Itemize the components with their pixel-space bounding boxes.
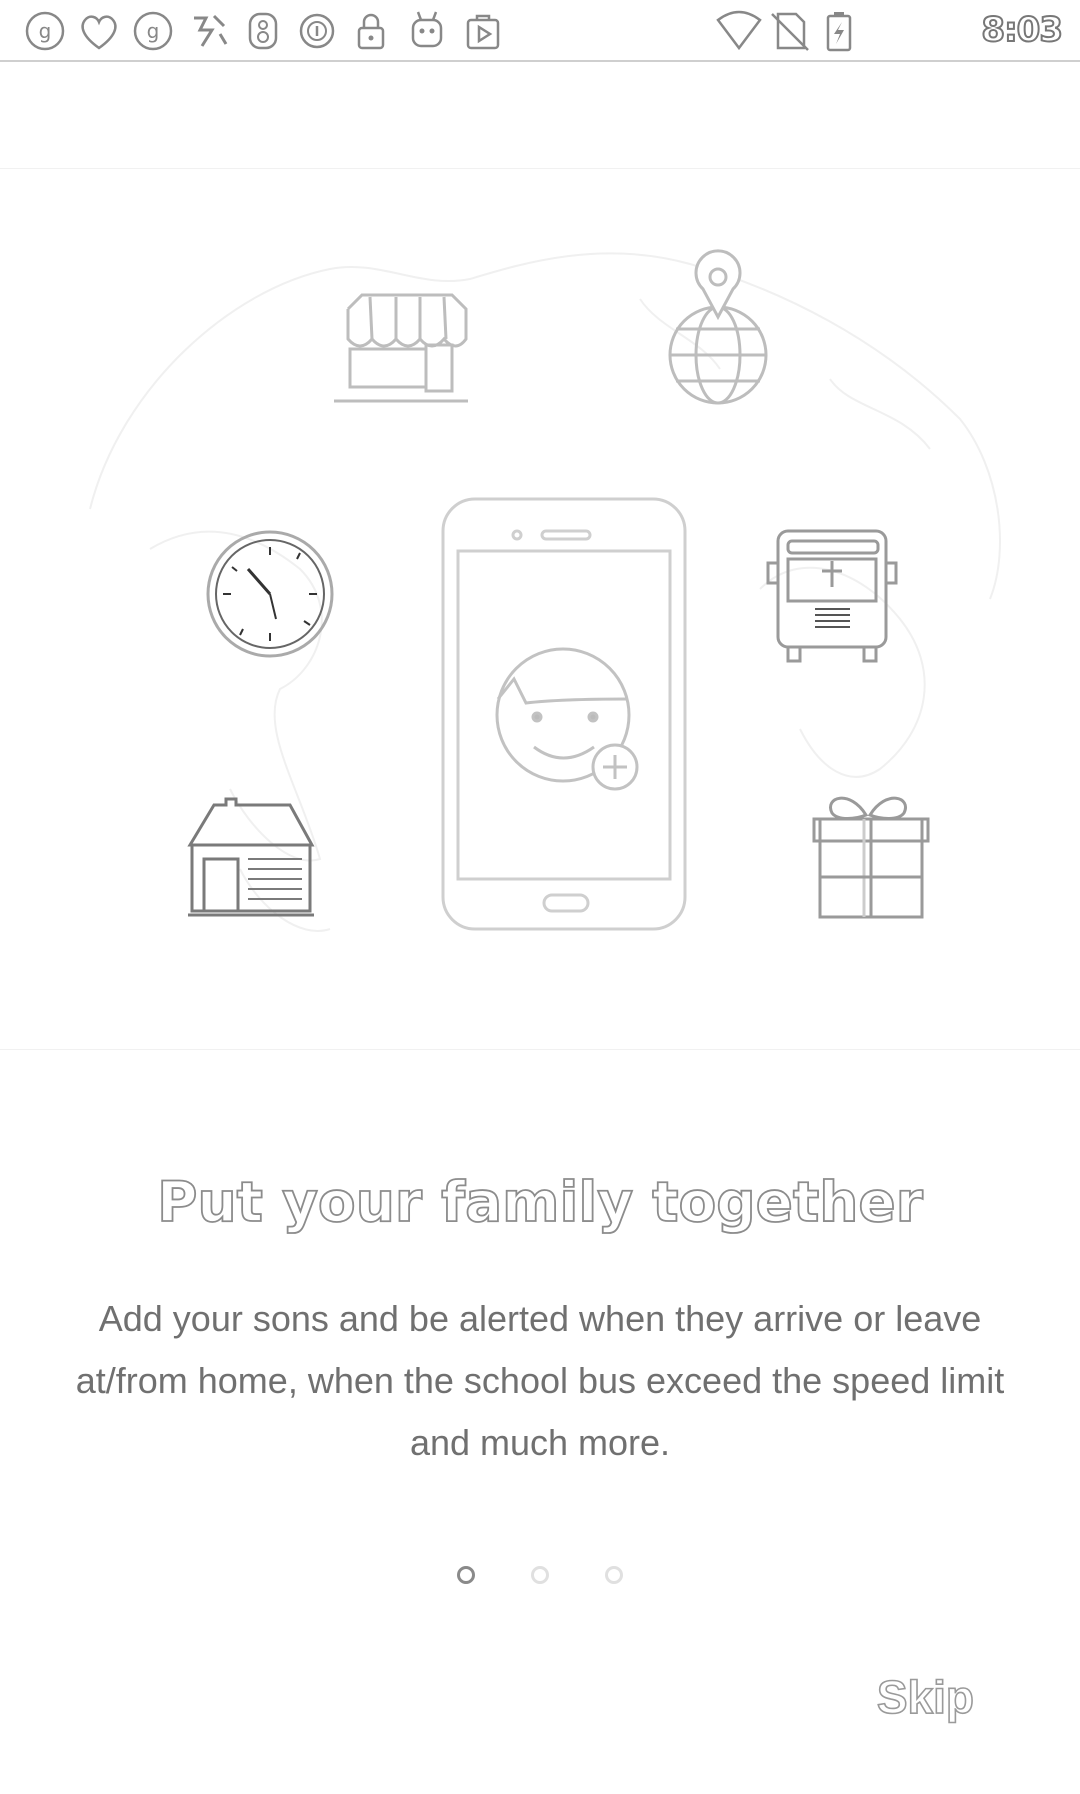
battery-charging-icon <box>816 8 862 54</box>
status-bar: g g 8:03 <box>0 0 1080 62</box>
app-icon <box>186 8 232 54</box>
notification-icon: g <box>22 8 68 54</box>
page-dot-3[interactable] <box>605 1566 623 1584</box>
wifi-icon <box>716 8 762 54</box>
onboarding-title: Put your family together <box>156 1169 923 1235</box>
onboarding-description: Add your sons and be alerted when they a… <box>75 1298 1005 1463</box>
school-bus-icon <box>766 529 898 663</box>
app-icon <box>240 8 286 54</box>
lock-icon <box>348 8 394 54</box>
heart-icon <box>76 8 122 54</box>
clock-time: 8:03 <box>980 9 1064 51</box>
clock-icon <box>206 530 334 658</box>
notification-icon: g <box>130 8 176 54</box>
android-icon <box>404 8 450 54</box>
app-icon <box>294 8 340 54</box>
gift-icon <box>812 796 930 919</box>
page-dot-2[interactable] <box>531 1566 549 1584</box>
store-icon <box>334 293 468 403</box>
onboarding-illustration <box>0 168 1080 1050</box>
skip-button[interactable]: Skip <box>876 1670 975 1724</box>
smartphone-illustration <box>441 497 687 931</box>
globe-pin-icon <box>668 249 768 405</box>
svg-text:g: g <box>39 19 52 43</box>
no-sim-icon <box>766 8 812 54</box>
page-dot-1-active[interactable] <box>457 1566 475 1584</box>
play-store-icon <box>460 8 506 54</box>
page-indicator <box>0 1562 1080 1592</box>
svg-text:g: g <box>147 19 160 43</box>
